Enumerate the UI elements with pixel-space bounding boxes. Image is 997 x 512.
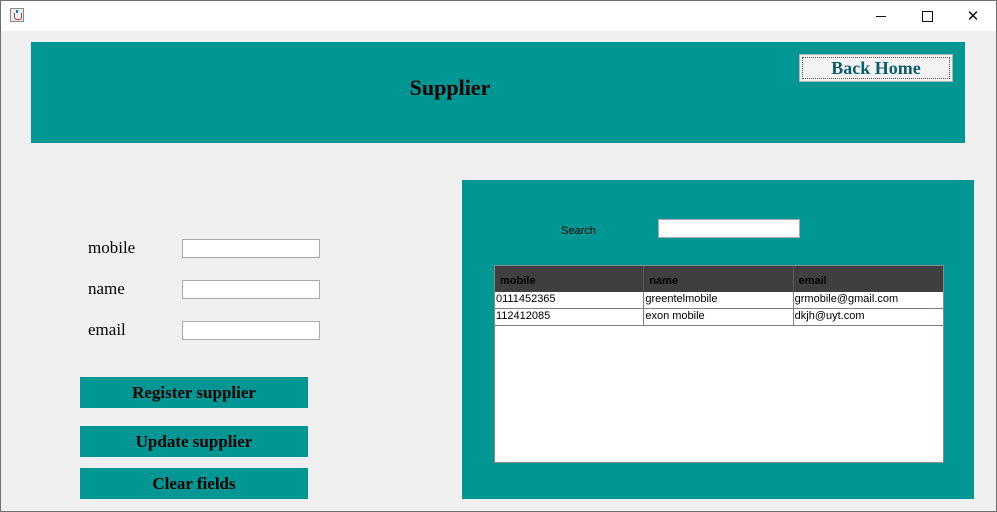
title-bar: ✕ bbox=[1, 1, 996, 31]
email-label: email bbox=[88, 320, 126, 339]
close-button[interactable]: ✕ bbox=[950, 1, 996, 31]
search-field[interactable] bbox=[658, 219, 800, 239]
back-home-button[interactable]: Back Home bbox=[799, 54, 953, 82]
column-header-email[interactable]: email bbox=[794, 266, 943, 292]
mobile-label: mobile bbox=[88, 238, 136, 257]
clear-fields-button[interactable]: Clear fields bbox=[80, 468, 308, 499]
back-home-label: Back Home bbox=[831, 57, 921, 78]
supplier-table[interactable]: mobile name email 0111452365 greentelmob… bbox=[494, 265, 944, 463]
name-label: name bbox=[88, 279, 125, 298]
table-row[interactable]: 0111452365 greentelmobile grmobile@gmail… bbox=[495, 292, 943, 309]
clear-fields-label: Clear fields bbox=[152, 473, 236, 493]
table-cell-email[interactable]: dkjh@uyt.com bbox=[794, 309, 943, 325]
table-cell-mobile[interactable]: 112412085 bbox=[495, 309, 645, 325]
table-row[interactable]: 112412085 exon mobile dkjh@uyt.com bbox=[495, 309, 943, 326]
header-banner: Supplier Back Home bbox=[31, 42, 965, 143]
name-field[interactable] bbox=[182, 280, 320, 299]
table-cell-name[interactable]: greentelmobile bbox=[644, 292, 794, 308]
maximize-button[interactable] bbox=[904, 1, 950, 31]
close-icon: ✕ bbox=[966, 6, 980, 25]
minimize-button[interactable] bbox=[858, 1, 904, 31]
update-supplier-button[interactable]: Update supplier bbox=[80, 426, 308, 457]
table-header: mobile name email bbox=[495, 266, 943, 292]
app-window: ✕ Supplier Back Home mobile name email R… bbox=[0, 0, 997, 512]
maximize-icon bbox=[921, 10, 933, 22]
java-app-icon bbox=[10, 8, 24, 22]
supplier-list-panel: Search mobile name email 0111452365 gree… bbox=[462, 180, 974, 499]
table-cell-email[interactable]: grmobile@gmail.com bbox=[794, 292, 943, 308]
search-label: Search bbox=[561, 225, 596, 237]
table-cell-name[interactable]: exon mobile bbox=[644, 309, 794, 325]
name-input[interactable] bbox=[183, 281, 319, 299]
mobile-field[interactable] bbox=[182, 239, 320, 258]
page-title: Supplier bbox=[409, 75, 491, 100]
email-input[interactable] bbox=[183, 322, 319, 340]
search-input[interactable] bbox=[659, 221, 799, 239]
mobile-input[interactable] bbox=[183, 240, 319, 258]
table-cell-mobile[interactable]: 0111452365 bbox=[495, 292, 645, 308]
update-supplier-label: Update supplier bbox=[135, 431, 253, 451]
column-header-mobile[interactable]: mobile bbox=[495, 266, 645, 292]
column-header-name[interactable]: name bbox=[644, 266, 794, 292]
email-field[interactable] bbox=[182, 321, 320, 340]
register-supplier-button[interactable]: Register supplier bbox=[80, 377, 308, 408]
minimize-icon bbox=[876, 15, 886, 17]
register-supplier-label: Register supplier bbox=[132, 382, 256, 402]
